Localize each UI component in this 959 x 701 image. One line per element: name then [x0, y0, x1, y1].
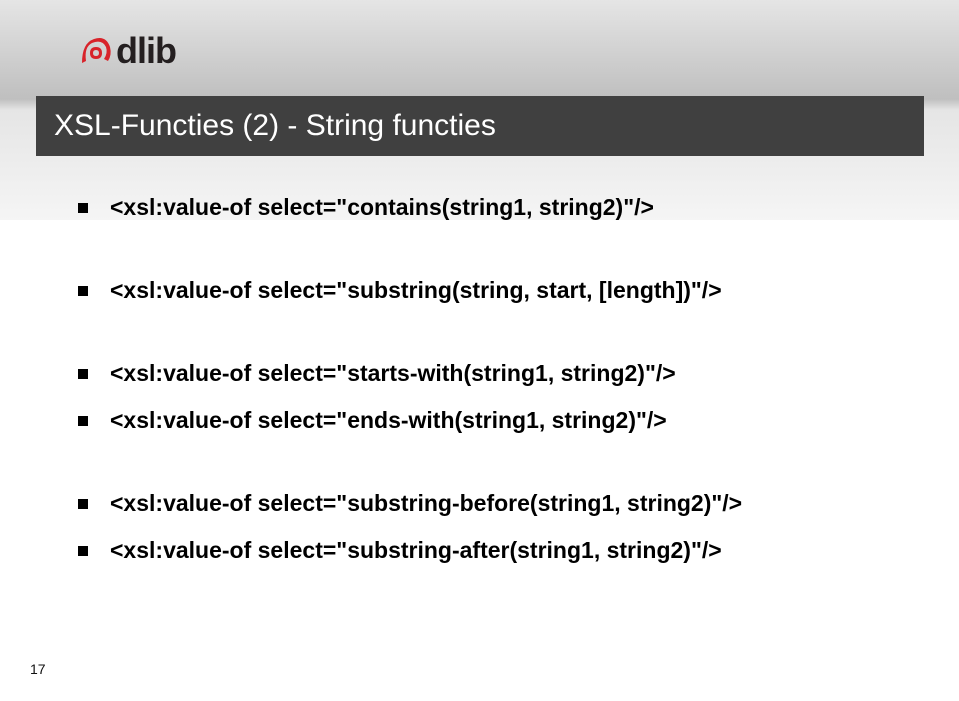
title-bar: XSL-Functies (2) - String functies — [36, 96, 924, 156]
bullet-icon — [78, 203, 88, 213]
bullet-item: <xsl:value-of select="substring(string, … — [78, 275, 898, 306]
bullet-text: <xsl:value-of select="substring-before(s… — [110, 488, 742, 519]
bullet-text: <xsl:value-of select="starts-with(string… — [110, 358, 676, 389]
bullet-item: <xsl:value-of select="substring-before(s… — [78, 488, 898, 519]
bullet-icon — [78, 369, 88, 379]
bullet-text: <xsl:value-of select="ends-with(string1,… — [110, 405, 667, 436]
bullet-icon — [78, 416, 88, 426]
bullet-item: <xsl:value-of select="contains(string1, … — [78, 192, 898, 223]
slide-content: <xsl:value-of select="contains(string1, … — [78, 192, 898, 582]
logo-text: dlib — [116, 30, 176, 72]
bullet-icon — [78, 286, 88, 296]
bullet-item: <xsl:value-of select="ends-with(string1,… — [78, 405, 898, 436]
bullet-item: <xsl:value-of select="substring-after(st… — [78, 535, 898, 566]
slide-title: XSL-Functies (2) - String functies — [54, 109, 496, 143]
logo-icon — [78, 33, 114, 69]
bullet-text: <xsl:value-of select="substring(string, … — [110, 275, 722, 306]
bullet-icon — [78, 546, 88, 556]
logo: dlib — [78, 30, 176, 72]
bullet-text: <xsl:value-of select="substring-after(st… — [110, 535, 722, 566]
bullet-icon — [78, 499, 88, 509]
bullet-text: <xsl:value-of select="contains(string1, … — [110, 192, 654, 223]
bullet-item: <xsl:value-of select="starts-with(string… — [78, 358, 898, 389]
page-number: 17 — [30, 661, 46, 677]
